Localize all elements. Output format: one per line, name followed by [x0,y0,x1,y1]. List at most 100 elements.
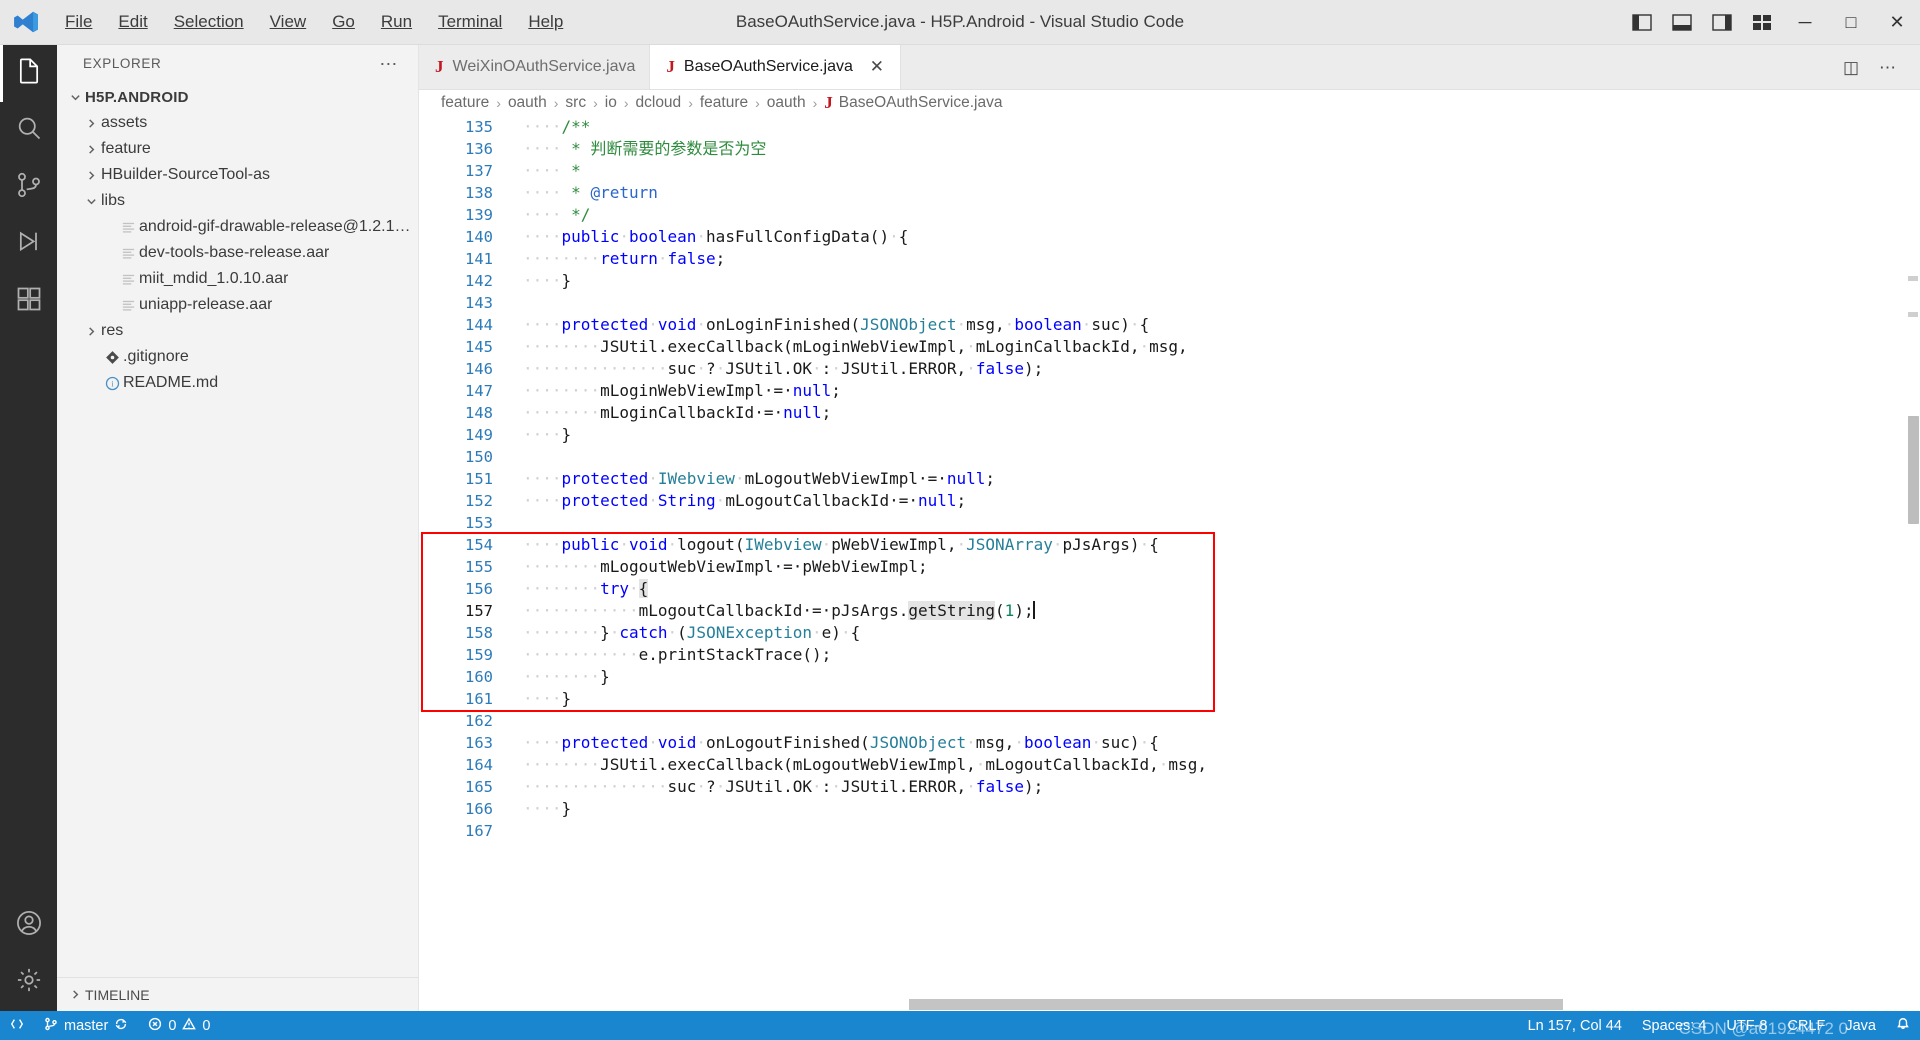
tree-file[interactable]: android-gif-drawable-release@1.2.17.aar [57,214,418,240]
code-text[interactable]: ····} [511,270,571,292]
code-line[interactable]: 147 ········mLoginWebViewImpl·=·null; [419,380,1920,402]
code-line[interactable]: 163 ····protected·void·onLogoutFinished(J… [419,732,1920,754]
code-text[interactable]: ····public·void·logout(IWebview·pWebView… [511,534,1159,556]
code-text[interactable]: ········JSUtil.execCallback(mLoginWebVie… [511,336,1188,358]
code-line[interactable]: 166 ····} [419,798,1920,820]
branch-button[interactable]: master [34,1011,138,1040]
code-text[interactable]: ········} [511,666,610,688]
menu-file[interactable]: File [52,0,105,44]
horizontal-scrollbar-thumb[interactable] [909,999,1563,1010]
menu-help[interactable]: Help [515,0,576,44]
code-line[interactable]: 143 [419,292,1920,314]
code-text[interactable]: ····} [511,688,571,710]
code-line[interactable]: 149 ····} [419,424,1920,446]
breadcrumb-file[interactable]: J BaseOAuthService.java [824,93,1002,113]
code-line[interactable]: 135 ····/** [419,116,1920,138]
activity-source-control[interactable] [0,159,57,216]
timeline-section[interactable]: TIMELINE [57,977,418,1011]
code-text[interactable]: ···············suc·?·JSUtil.OK·:·JSUtil.… [511,776,1043,798]
toggle-panel-icon[interactable] [1662,0,1702,44]
code-text[interactable]: ····protected·void·onLoginFinished(JSONO… [511,314,1149,336]
cursor-position-button[interactable]: Ln 157, Col 44 [1518,1018,1632,1034]
split-editor-icon[interactable]: ◫ [1835,55,1867,80]
code-text[interactable]: ········mLogoutWebViewImpl·=·pWebViewImp… [511,556,928,578]
language-mode-button[interactable]: Java [1835,1018,1886,1034]
tree-file[interactable]: .gitignore [57,344,418,370]
menu-edit[interactable]: Edit [105,0,160,44]
menu-go[interactable]: Go [319,0,368,44]
tree-folder[interactable]: feature [57,136,418,162]
tree-folder[interactable]: HBuilder-SourceTool-as [57,162,418,188]
maximize-button[interactable]: □ [1828,0,1874,44]
code-text[interactable]: ····protected·IWebview·mLogoutWebViewImp… [511,468,995,490]
code-line[interactable]: 162 [419,710,1920,732]
activity-extensions[interactable] [0,273,57,330]
indentation-button[interactable]: Spaces: 4 [1632,1018,1717,1034]
remote-window-button[interactable] [0,1011,34,1040]
tree-file[interactable]: dev-tools-base-release.aar [57,240,418,266]
breadcrumb-item[interactable]: oauth [767,94,806,112]
code-text[interactable]: ········return·false; [511,248,725,270]
code-text[interactable]: ············e.printStackTrace(); [511,644,831,666]
tab-weixinoauthservice[interactable]: J WeiXinOAuthService.java [419,45,651,89]
code-text[interactable]: ········JSUtil.execCallback(mLogoutWebVi… [511,754,1207,776]
code-scroll-area[interactable]: 135 ····/** 136 ···· * 判断需要的参数是否为空 137 ···· *… [419,116,1920,1011]
tree-folder[interactable]: assets [57,110,418,136]
tree-file[interactable]: miit_mdid_1.0.10.aar [57,266,418,292]
code-line[interactable]: 159 ············e.printStackTrace(); [419,644,1920,666]
breadcrumb-item[interactable]: feature [441,94,489,112]
code-line[interactable]: 152 ····protected·String·mLogoutCallbackI… [419,490,1920,512]
menu-selection[interactable]: Selection [161,0,257,44]
vertical-scrollbar-thumb[interactable] [1908,416,1919,524]
code-line[interactable]: 156 ········try·{ [419,578,1920,600]
close-button[interactable]: ✕ [1874,0,1920,44]
code-line[interactable]: 140 ····public·boolean·hasFullConfigData(… [419,226,1920,248]
code-editor[interactable]: 135 ····/** 136 ···· * 判断需要的参数是否为空 137 ···· *… [419,116,1920,1011]
minimize-button[interactable]: ─ [1782,0,1828,44]
code-line[interactable]: 139 ···· */ [419,204,1920,226]
notifications-button[interactable] [1886,1017,1920,1035]
activity-search[interactable] [0,102,57,159]
code-text[interactable]: ········try·{ [511,578,649,600]
code-text[interactable]: ········}·catch·(JSONException·e)·{ [511,622,860,644]
code-line[interactable]: 164 ········JSUtil.execCallback(mLogoutWe… [419,754,1920,776]
code-line[interactable]: 151 ····protected·IWebview·mLogoutWebView… [419,468,1920,490]
code-line[interactable]: 142 ····} [419,270,1920,292]
code-text[interactable]: ···· * @return [511,182,658,204]
code-line[interactable]: 165 ···············suc·?·JSUtil.OK·:·JSUt… [419,776,1920,798]
problems-button[interactable]: 0 0 [138,1011,220,1040]
code-text[interactable]: ····protected·void·onLogoutFinished(JSON… [511,732,1159,754]
code-line[interactable]: 148 ········mLoginCallbackId·=·null; [419,402,1920,424]
more-actions-icon[interactable]: ⋯ [367,55,410,73]
code-text[interactable]: ····/** [511,116,590,138]
breadcrumb-item[interactable]: oauth [508,94,547,112]
code-text[interactable]: ····} [511,424,571,446]
code-line[interactable]: 161 ····} [419,688,1920,710]
activity-accounts[interactable] [0,897,57,954]
tree-folder[interactable]: res [57,318,418,344]
eol-button[interactable]: CRLF [1777,1018,1835,1034]
breadcrumb-item[interactable]: feature [700,94,748,112]
activity-settings[interactable] [0,954,57,1011]
menu-terminal[interactable]: Terminal [425,0,515,44]
customize-layout-icon[interactable] [1742,0,1782,44]
breadcrumb-item[interactable]: src [565,94,586,112]
code-text[interactable]: ········mLoginWebViewImpl·=·null; [511,380,841,402]
tree-file[interactable]: uniapp-release.aar [57,292,418,318]
editor-minimap-scrollbar[interactable] [1906,116,1920,1011]
horizontal-scrollbar[interactable] [419,999,1920,1011]
code-line[interactable]: 144 ····protected·void·onLoginFinished(JS… [419,314,1920,336]
menu-view[interactable]: View [257,0,320,44]
code-text[interactable]: ···· */ [511,204,590,226]
code-text[interactable]: ········mLoginCallbackId·=·null; [511,402,831,424]
code-text[interactable]: ····} [511,798,571,820]
code-text[interactable]: ···· * 判断需要的参数是否为空 [511,138,766,160]
more-actions-icon[interactable]: ⋯ [1871,55,1904,80]
breadcrumb-item[interactable]: io [605,94,617,112]
toggle-primary-sidebar-icon[interactable] [1622,0,1662,44]
activity-explorer[interactable] [0,45,57,102]
tree-root[interactable]: H5P.ANDROID [57,84,418,110]
encoding-button[interactable]: UTF-8 [1716,1018,1777,1034]
code-text[interactable]: ···············suc·?·JSUtil.OK·:·JSUtil.… [511,358,1043,380]
code-line[interactable]: 136 ···· * 判断需要的参数是否为空 [419,138,1920,160]
